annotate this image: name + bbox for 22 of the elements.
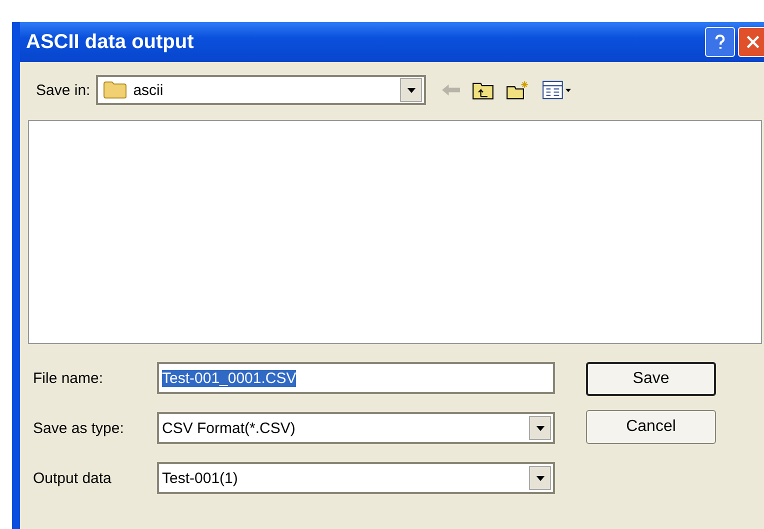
window-title: ASCII data output — [26, 30, 194, 54]
folder-icon — [103, 81, 128, 99]
output-data-dropdown[interactable]: Test-001(1) — [157, 462, 555, 494]
save-in-label: Save in: — [36, 82, 90, 98]
help-button[interactable] — [705, 27, 735, 57]
view-menu-icon[interactable] — [542, 80, 572, 100]
new-folder-icon[interactable] — [506, 80, 530, 100]
close-icon — [744, 33, 762, 51]
cancel-button[interactable]: Cancel — [586, 410, 716, 444]
close-button[interactable] — [738, 27, 764, 57]
output-data-value: Test-001(1) — [162, 470, 239, 486]
output-data-label: Output data — [32, 470, 112, 486]
save-in-value: ascii — [133, 82, 164, 98]
save-as-type-label: Save as type: — [32, 420, 125, 436]
file-name-label: File name: — [32, 370, 104, 386]
up-folder-icon[interactable] — [472, 80, 494, 100]
save-button[interactable]: Save — [586, 362, 716, 396]
save-in-dropdown[interactable]: ascii — [96, 75, 426, 105]
file-name-field[interactable]: Test-001_0001.CSV — [157, 362, 555, 394]
save-as-type-value: CSV Format(*.CSV) — [162, 420, 296, 436]
file-name-value: Test-001_0001.CSV — [162, 370, 296, 386]
save-as-type-dropdown[interactable]: CSV Format(*.CSV) — [157, 412, 555, 444]
